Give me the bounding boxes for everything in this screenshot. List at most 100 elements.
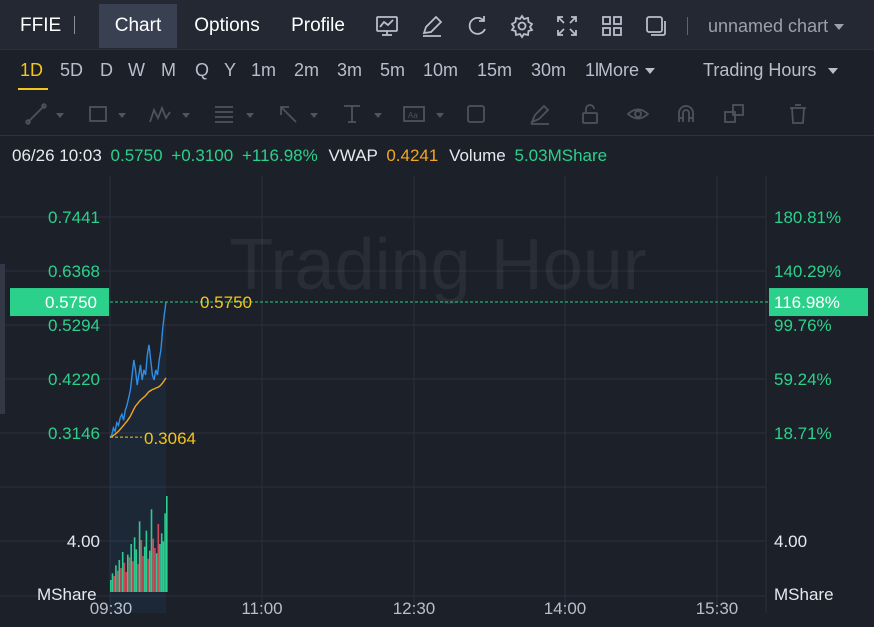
y-tick-left: 0.6368 bbox=[48, 262, 100, 281]
interval-3m[interactable]: 3m bbox=[337, 60, 362, 81]
note-icon[interactable] bbox=[464, 102, 488, 126]
volume-label: Volume bbox=[449, 146, 506, 165]
interval-5m[interactable]: 5m bbox=[380, 60, 405, 81]
interval-10m[interactable]: 10m bbox=[423, 60, 458, 81]
interval-m[interactable]: M bbox=[161, 60, 176, 81]
x-tick: 09:30 bbox=[90, 599, 133, 618]
price-area-fill bbox=[110, 302, 166, 613]
chart-indicator-icon[interactable] bbox=[374, 13, 400, 39]
lock-icon[interactable] bbox=[578, 102, 602, 126]
interval-bar: 1D 5D D W M Q Y 1m 2m 3m 5m 10m 15m 30m … bbox=[0, 50, 874, 92]
tab-chart[interactable]: Chart bbox=[99, 4, 177, 48]
interval-1h[interactable]: 1l bbox=[585, 60, 599, 81]
quote-change-pct: +116.98% bbox=[241, 146, 318, 165]
more-label: More bbox=[598, 60, 640, 80]
more-intervals-button[interactable]: More bbox=[598, 60, 656, 81]
text-anchor-icon[interactable] bbox=[340, 102, 364, 126]
volume-value: 5.03MShare bbox=[514, 146, 608, 165]
session-watermark: Trading Hour bbox=[229, 225, 647, 305]
trend-line-icon[interactable] bbox=[24, 102, 48, 126]
trading-hours-select[interactable]: Trading Hours bbox=[703, 60, 839, 81]
text-box-icon[interactable]: Aa bbox=[402, 102, 426, 126]
eye-icon[interactable] bbox=[626, 102, 650, 126]
y-tick-right: 59.24% bbox=[774, 370, 832, 389]
top-bar: FFIE Chart Options Profile unnamed chart bbox=[0, 0, 874, 50]
chart-name-select[interactable]: unnamed chart bbox=[708, 16, 845, 37]
chevron-down-icon[interactable] bbox=[56, 113, 64, 118]
chevron-down-icon bbox=[834, 24, 845, 31]
interval-15m[interactable]: 15m bbox=[477, 60, 512, 81]
refresh-icon[interactable] bbox=[464, 13, 490, 39]
chevron-down-icon[interactable] bbox=[374, 113, 382, 118]
chevron-down-icon[interactable] bbox=[182, 113, 190, 118]
vwap-value: 0.4241 bbox=[386, 146, 439, 165]
drawing-toolbar: Aa bbox=[0, 92, 874, 136]
quote-change: +0.3100 bbox=[171, 146, 234, 165]
draw-pencil-icon[interactable] bbox=[419, 13, 445, 39]
x-tick: 12:30 bbox=[393, 599, 436, 618]
active-interval-indicator bbox=[18, 88, 48, 90]
trading-hours-label: Trading Hours bbox=[703, 60, 817, 80]
fullscreen-icon[interactable] bbox=[554, 13, 580, 39]
chevron-down-icon[interactable] bbox=[310, 113, 318, 118]
y-tick-left: 0.5294 bbox=[48, 316, 100, 335]
rectangle-icon[interactable] bbox=[86, 102, 110, 126]
trash-icon[interactable] bbox=[786, 102, 810, 126]
current-price-marker: 0.5750 bbox=[200, 293, 252, 312]
chart-canvas[interactable]: Trading Hour 0.7441 0.6368 0.5294 0.4220 0.3… bbox=[0, 176, 874, 627]
layout-grid-icon[interactable] bbox=[599, 13, 625, 39]
y-tick-left: 0.3146 bbox=[48, 424, 100, 443]
volume-bar bbox=[166, 496, 168, 592]
volume-tick-left: 4.00 bbox=[67, 532, 100, 551]
price-chart[interactable]: Trading Hour 0.7441 0.6368 0.5294 0.4220 0.3… bbox=[0, 176, 874, 627]
interval-1m[interactable]: 1m bbox=[251, 60, 276, 81]
vwap-label: VWAP bbox=[328, 146, 378, 165]
chevron-down-icon[interactable] bbox=[246, 113, 254, 118]
arrow-icon[interactable] bbox=[276, 102, 300, 126]
quote-info-line: 06/26 10:03 0.5750 +0.3100 +116.98% VWAP… bbox=[12, 146, 607, 166]
chevron-down-icon bbox=[828, 68, 839, 75]
quote-price: 0.5750 bbox=[110, 146, 163, 165]
interval-2m[interactable]: 2m bbox=[294, 60, 319, 81]
y-tick-right: 99.76% bbox=[774, 316, 832, 335]
left-scrollbar[interactable] bbox=[0, 264, 5, 414]
volume-unit-right: MShare bbox=[774, 585, 834, 604]
current-price-tag-label: 0.5750 bbox=[45, 293, 97, 312]
window-copy-icon[interactable] bbox=[643, 13, 669, 39]
volume-unit-left: MShare bbox=[37, 585, 97, 604]
brush-icon[interactable] bbox=[528, 102, 552, 126]
tab-profile[interactable]: Profile bbox=[279, 4, 357, 48]
svg-text:Aa: Aa bbox=[408, 111, 418, 120]
chevron-down-icon bbox=[645, 68, 656, 75]
interval-q[interactable]: Q bbox=[195, 60, 209, 81]
fib-icon[interactable] bbox=[212, 102, 236, 126]
layers-icon[interactable] bbox=[722, 102, 746, 126]
volume-tick-right: 4.00 bbox=[774, 532, 807, 551]
y-tick-right: 18.71% bbox=[774, 424, 832, 443]
y-tick-right: 140.29% bbox=[774, 262, 841, 281]
interval-y[interactable]: Y bbox=[224, 60, 236, 81]
interval-30m[interactable]: 30m bbox=[531, 60, 566, 81]
interval-1d[interactable]: 1D bbox=[20, 60, 43, 81]
tab-options[interactable]: Options bbox=[181, 4, 273, 48]
settings-gear-icon[interactable] bbox=[509, 13, 535, 39]
ticker-symbol: FFIE bbox=[20, 15, 62, 36]
price-lines bbox=[95, 301, 770, 613]
interval-5d[interactable]: 5D bbox=[60, 60, 83, 81]
y-tick-left: 0.7441 bbox=[48, 208, 100, 227]
toolbar-divider bbox=[687, 17, 688, 35]
magnet-icon[interactable] bbox=[674, 102, 698, 126]
x-tick: 14:00 bbox=[544, 599, 587, 618]
ticker-divider bbox=[74, 16, 75, 34]
current-pct-tag-label: 116.98% bbox=[774, 293, 840, 312]
y-tick-left: 0.4220 bbox=[48, 370, 100, 389]
chevron-down-icon[interactable] bbox=[436, 113, 444, 118]
chevron-down-icon[interactable] bbox=[118, 113, 126, 118]
y-tick-right: 180.81% bbox=[774, 208, 841, 227]
interval-w[interactable]: W bbox=[128, 60, 145, 81]
x-tick: 11:00 bbox=[241, 599, 282, 618]
interval-d[interactable]: D bbox=[100, 60, 113, 81]
open-price-marker: 0.3064 bbox=[144, 429, 196, 448]
chart-name-label: unnamed chart bbox=[708, 16, 829, 36]
pattern-icon[interactable] bbox=[148, 102, 172, 126]
